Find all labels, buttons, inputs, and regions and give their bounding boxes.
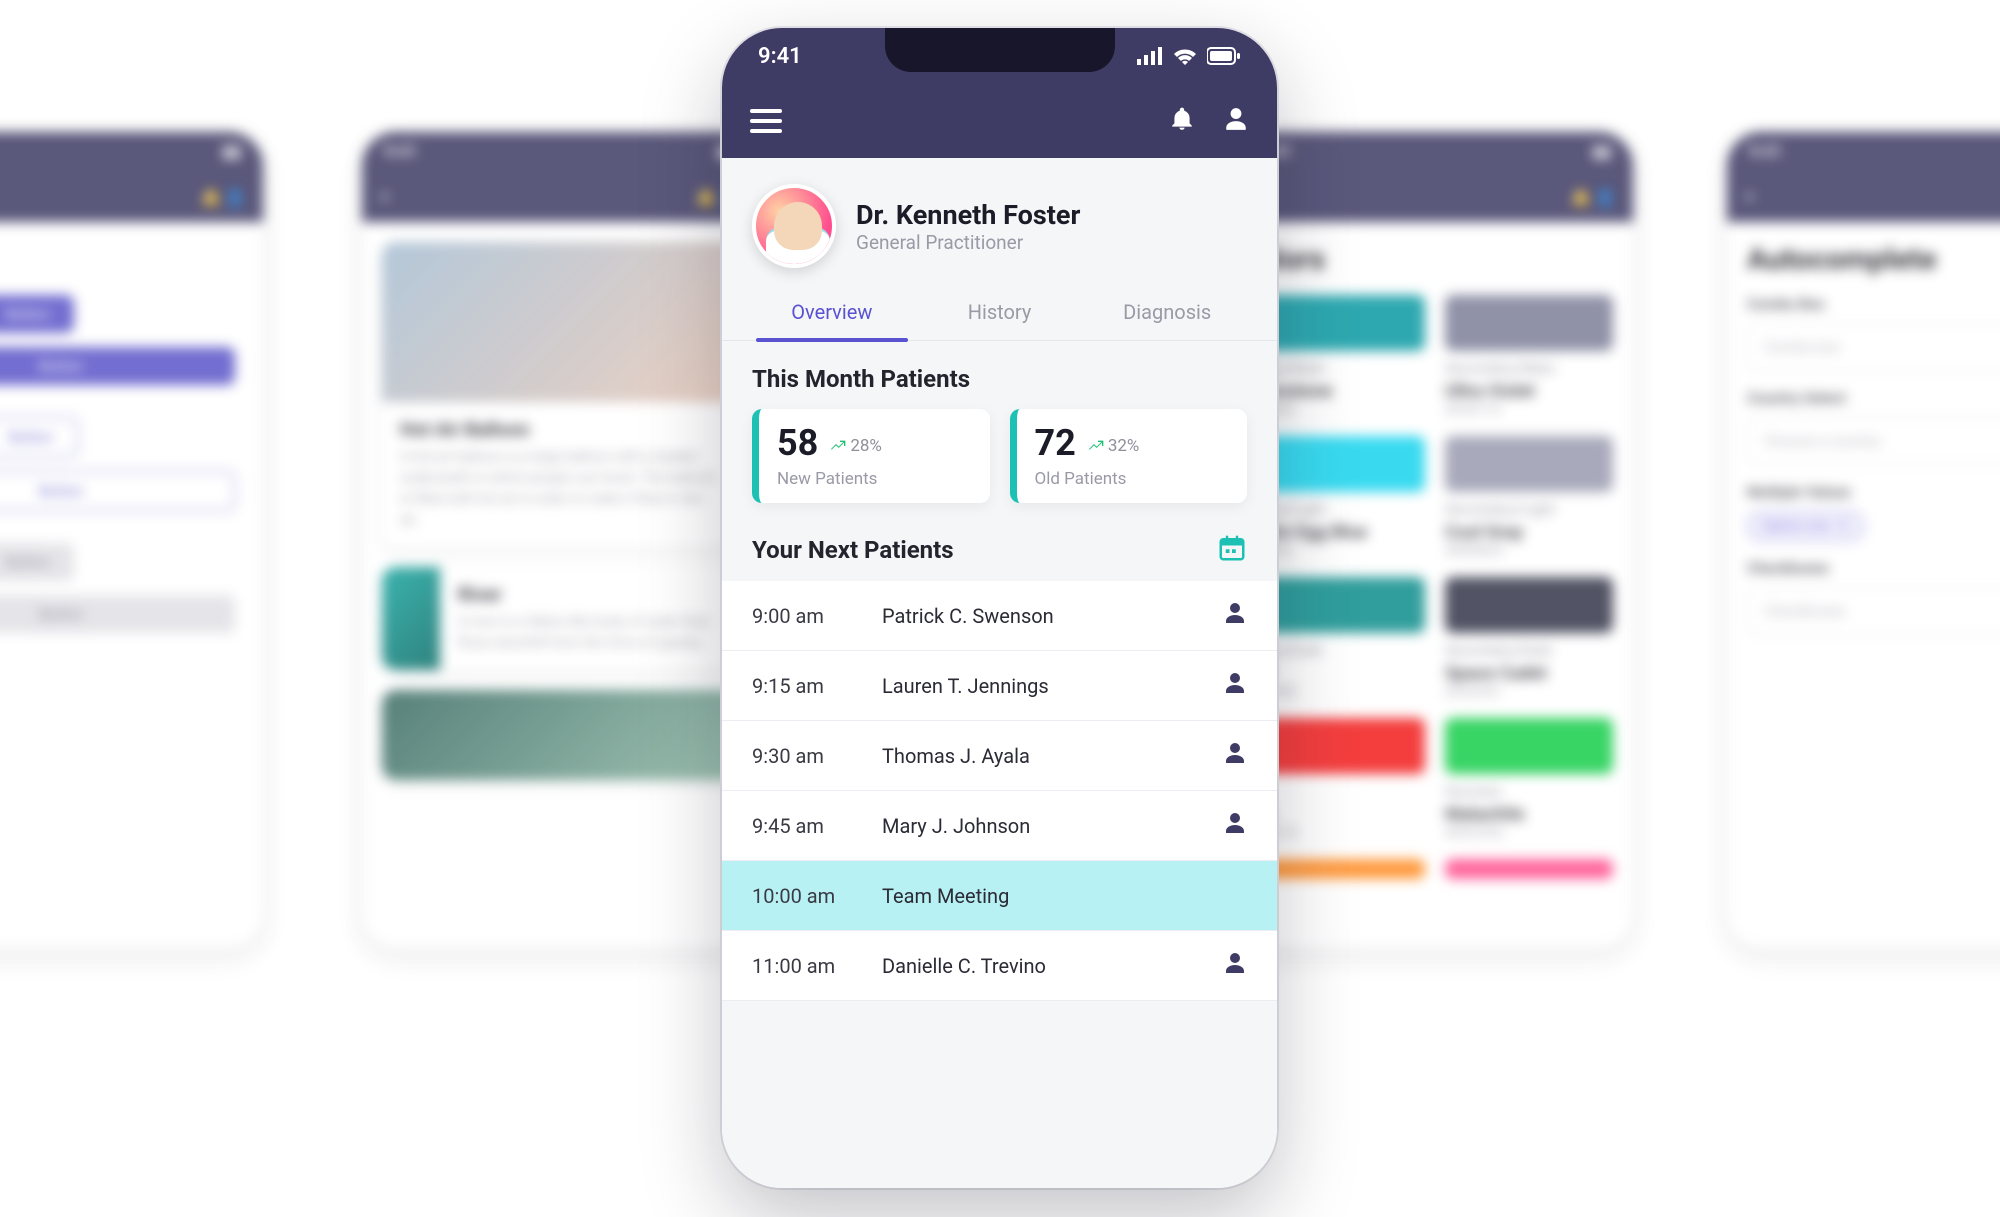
this-month-title: This Month Patients [722, 341, 1277, 409]
stat-label: Old Patients [1035, 469, 1230, 489]
bg-phone-buttons: 9:41▮▮ ≡🔔 👤 ns utton Button Button utton… [0, 130, 265, 950]
appointment-name: Lauren T. Jennings [882, 674, 1223, 698]
appointment-time: 11:00 am [752, 954, 882, 978]
stat-label: New Patients [777, 469, 972, 489]
stat-delta: 32% [1088, 436, 1140, 461]
appointment-row[interactable]: 9:15 am Lauren T. Jennings [722, 651, 1277, 721]
person-icon [1223, 671, 1247, 700]
appointment-row[interactable]: 11:00 am Danielle C. Trevino [722, 931, 1277, 1001]
appointment-name: Mary J. Johnson [882, 814, 1223, 838]
stat-value: 72 [1035, 425, 1076, 461]
appointment-time: 10:00 am [752, 884, 882, 908]
appointment-name: Team Meeting [882, 884, 1247, 908]
bell-icon[interactable] [1169, 106, 1195, 136]
app-content: Dr. Kenneth Foster General Practitioner … [722, 158, 1277, 1188]
trend-up-icon [830, 438, 846, 454]
person-icon [1223, 741, 1247, 770]
appointment-name: Thomas J. Ayala [882, 744, 1223, 768]
appointment-time: 9:00 am [752, 604, 882, 628]
tab-overview[interactable]: Overview [748, 286, 916, 340]
bg-phone-colors: 9:41▮▮ ≡🔔 👤 olors nary/Main oonstone FA3… [1235, 130, 1635, 950]
center-phone: 9:41 Dr. Kenneth Foster General Practiti… [722, 28, 1277, 1188]
person-icon [1223, 811, 1247, 840]
appointment-list: 9:00 am Patrick C. Swenson 9:15 am Laure… [722, 581, 1277, 1001]
battery-icon [1207, 47, 1241, 65]
app-header [722, 84, 1277, 158]
appointment-row[interactable]: 9:00 am Patrick C. Swenson [722, 581, 1277, 651]
status-indicators [1137, 47, 1241, 65]
tab-history[interactable]: History [916, 286, 1084, 340]
stat-value: 58 [777, 425, 818, 461]
appointment-row[interactable]: 10:00 am Team Meeting [722, 861, 1277, 931]
profile-icon[interactable] [1223, 106, 1249, 136]
stat-cards: 58 28% New Patients 72 32% Old Patients [722, 409, 1277, 503]
next-patients-header: Your Next Patients [722, 503, 1277, 581]
next-patients-title: Your Next Patients [752, 536, 954, 564]
appointment-name: Patrick C. Swenson [882, 604, 1223, 628]
doctor-role: General Practitioner [856, 231, 1080, 254]
bg-phone-autocomplete: 9:41▮▮ ≡🔔 👤 Autocomplete Combo Box Combo… [1725, 130, 2000, 950]
status-time: 9:41 [758, 44, 802, 69]
appointment-time: 9:15 am [752, 674, 882, 698]
tabs: Overview History Diagnosis [722, 286, 1277, 341]
wifi-icon [1173, 47, 1197, 65]
tab-diagnosis[interactable]: Diagnosis [1083, 286, 1251, 340]
stat-card-old[interactable]: 72 32% Old Patients [1010, 409, 1248, 503]
person-icon [1223, 601, 1247, 630]
stat-delta: 28% [830, 436, 882, 461]
appointment-row[interactable]: 9:30 am Thomas J. Ayala [722, 721, 1277, 791]
doctor-profile: Dr. Kenneth Foster General Practitioner [722, 158, 1277, 286]
appointment-row[interactable]: 9:45 am Mary J. Johnson [722, 791, 1277, 861]
appointment-name: Danielle C. Trevino [882, 954, 1223, 978]
stat-card-new[interactable]: 58 28% New Patients [752, 409, 990, 503]
trend-up-icon [1088, 438, 1104, 454]
bg-phone-cards: 9:41▮▮ ≡🔔 👤 Hot Air Balloon A hot-air ba… [360, 130, 760, 950]
device-notch [885, 28, 1115, 72]
appointment-time: 9:30 am [752, 744, 882, 768]
swatch [1257, 295, 1425, 351]
calendar-icon[interactable] [1217, 533, 1247, 567]
signal-icon [1137, 47, 1163, 65]
doctor-name: Dr. Kenneth Foster [856, 199, 1080, 231]
person-icon [1223, 951, 1247, 980]
appointment-time: 9:45 am [752, 814, 882, 838]
menu-icon[interactable] [750, 109, 782, 133]
avatar[interactable] [752, 184, 836, 268]
